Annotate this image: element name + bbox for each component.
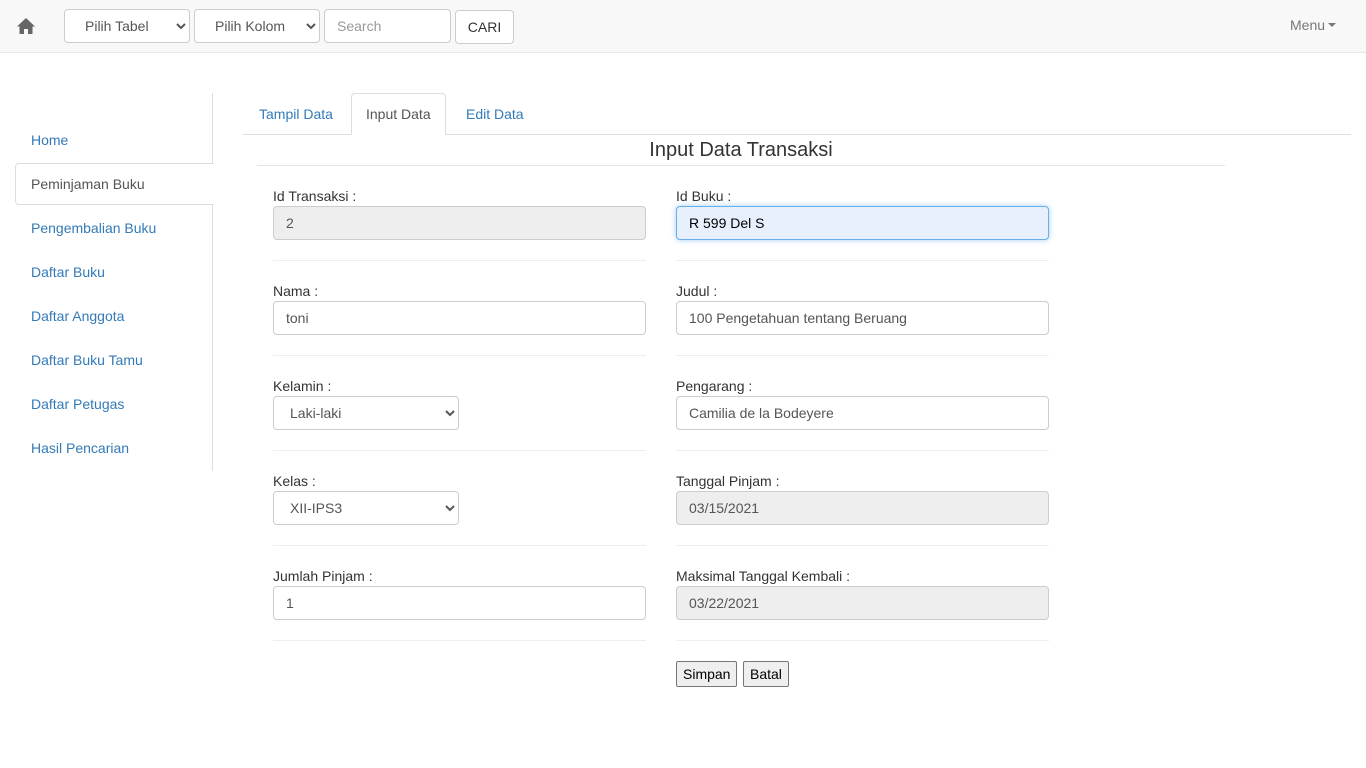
search-input[interactable]	[324, 9, 451, 43]
sidebar-item-daftar-petugas[interactable]: Daftar Petugas	[15, 383, 213, 425]
home-icon[interactable]	[12, 13, 40, 39]
maks-tanggal-kembali-field[interactable]: 03/22/2021	[676, 586, 1049, 620]
divider	[273, 545, 646, 546]
tab-bar: Tampil Data Input Data Edit Data	[243, 93, 1351, 135]
jumlah-pinjam-label: Jumlah Pinjam :	[273, 568, 373, 584]
id-transaksi-field[interactable]: 2	[273, 206, 646, 240]
table-select[interactable]: Pilih Tabel	[64, 9, 190, 43]
maks-tanggal-kembali-label: Maksimal Tanggal Kembali :	[676, 568, 851, 584]
top-navbar: Pilih Tabel Pilih Kolom CARI Menu	[0, 0, 1366, 53]
divider	[273, 640, 646, 641]
divider	[676, 640, 1049, 641]
sidebar-item-daftar-anggota[interactable]: Daftar Anggota	[15, 295, 213, 337]
sidebar-item-hasil-pencarian[interactable]: Hasil Pencarian	[15, 427, 213, 469]
divider	[676, 545, 1049, 546]
judul-field[interactable]: 100 Pengetahuan tentang Beruang	[676, 301, 1049, 335]
cancel-button[interactable]: Batal	[743, 661, 789, 687]
nama-label: Nama :	[273, 283, 319, 299]
kelas-select[interactable]: XII-IPS3	[273, 491, 459, 525]
divider	[676, 450, 1049, 451]
caret-down-icon	[1328, 23, 1337, 27]
search-button[interactable]: CARI	[455, 10, 514, 44]
kelamin-select[interactable]: Laki-laki	[273, 396, 459, 430]
id-transaksi-label: Id Transaksi :	[273, 188, 357, 204]
form-title: Input Data Transaksi	[257, 138, 1225, 166]
pengarang-field[interactable]: Camilia de la Bodeyere	[676, 396, 1049, 430]
menu-label: Menu	[1290, 17, 1326, 33]
menu-dropdown[interactable]: Menu	[1290, 17, 1337, 33]
sidebar-item-peminjaman-buku[interactable]: Peminjaman Buku	[15, 163, 214, 205]
tanggal-pinjam-label: Tanggal Pinjam :	[676, 473, 780, 489]
sidebar-item-home[interactable]: Home	[15, 119, 213, 161]
sidebar-item-daftar-buku-tamu[interactable]: Daftar Buku Tamu	[15, 339, 213, 381]
tab-edit-data[interactable]: Edit Data	[451, 93, 539, 135]
judul-label: Judul :	[676, 283, 718, 299]
id-buku-label: Id Buku :	[676, 188, 732, 204]
divider	[273, 355, 646, 356]
sidebar-item-pengembalian-buku[interactable]: Pengembalian Buku	[15, 207, 213, 249]
divider	[273, 260, 646, 261]
tanggal-pinjam-field[interactable]: 03/15/2021	[676, 491, 1049, 525]
tab-input-data[interactable]: Input Data	[351, 93, 446, 135]
kelamin-label: Kelamin :	[273, 378, 332, 394]
sidebar-nav: Home Peminjaman Buku Pengembalian Buku D…	[15, 93, 214, 471]
nama-field[interactable]: toni	[273, 301, 646, 335]
divider	[676, 260, 1049, 261]
sidebar-item-daftar-buku[interactable]: Daftar Buku	[15, 251, 213, 293]
divider	[676, 355, 1049, 356]
id-buku-field[interactable]: R 599 Del S	[676, 206, 1049, 240]
column-select[interactable]: Pilih Kolom	[194, 9, 320, 43]
jumlah-pinjam-field[interactable]: 1	[273, 586, 646, 620]
kelas-label: Kelas :	[273, 473, 316, 489]
pengarang-label: Pengarang :	[676, 378, 753, 394]
tab-tampil-data[interactable]: Tampil Data	[244, 93, 348, 135]
save-button[interactable]: Simpan	[676, 661, 738, 687]
divider	[273, 450, 646, 451]
